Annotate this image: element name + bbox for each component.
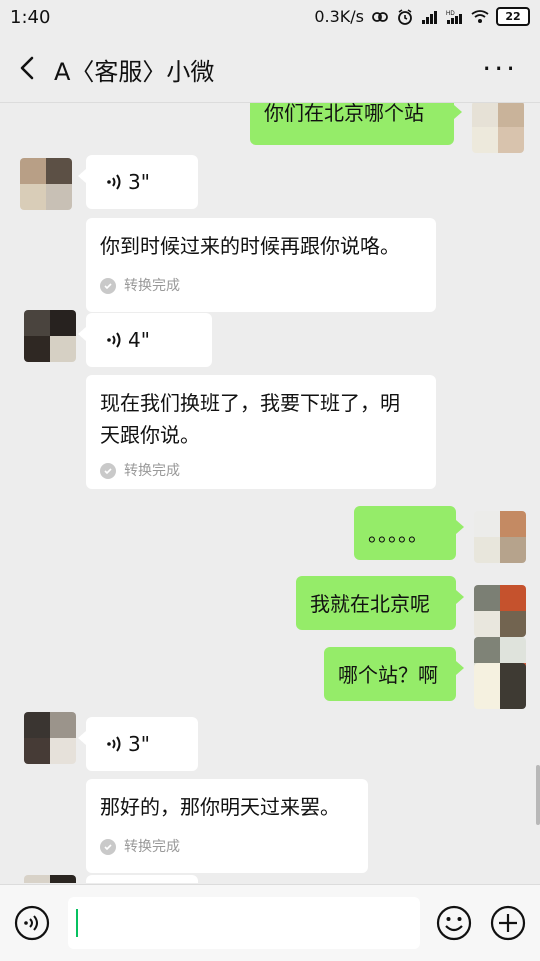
voice-message-partial[interactable]	[86, 875, 198, 883]
message-text: 我就在北京呢	[310, 592, 430, 616]
message-text-line-1: 现在我们换班了，我要下班了，明	[100, 391, 400, 415]
alarm-icon	[398, 8, 412, 25]
user-avatar[interactable]	[474, 585, 526, 637]
outgoing-message[interactable]: 哪个站？啊	[324, 647, 464, 701]
voice-wave-icon	[107, 332, 121, 348]
hd-signal-icon: HD	[446, 11, 462, 24]
chat-area[interactable]: 你们在北京哪个站 3" 你到时候过来的时候再跟你说咯。 转换完成 4" 现在我们…	[0, 103, 540, 883]
conversion-status: 转换完成	[100, 270, 422, 302]
chat-title: A〈客服〉小微	[54, 58, 215, 86]
user-avatar[interactable]	[474, 511, 526, 563]
scrollbar[interactable]	[536, 765, 540, 825]
voice-message[interactable]: 3"	[78, 717, 198, 771]
contact-avatar[interactable]	[20, 158, 72, 210]
conversion-status-text: 转换完成	[124, 839, 180, 855]
conversion-status-text: 转换完成	[124, 278, 180, 294]
message-text: 。。。。。	[368, 522, 428, 546]
status-bar: 1:40 0.3K/s HD 22	[0, 0, 540, 34]
message-text: 你到时候过来的时候再跟你说咯。	[100, 234, 400, 258]
battery-icon: 22	[496, 7, 530, 26]
voice-transcription[interactable]: 你到时候过来的时候再跟你说咯。 转换完成	[86, 218, 436, 312]
back-arrow-icon[interactable]	[14, 54, 42, 82]
message-input[interactable]	[68, 897, 420, 949]
svg-text:HD: HD	[446, 11, 455, 17]
more-options-button[interactable]: ···	[482, 52, 518, 85]
outgoing-message[interactable]: 我就在北京呢	[296, 576, 464, 630]
add-icon[interactable]	[490, 905, 526, 941]
link-icon	[372, 11, 388, 22]
user-avatar-lower	[474, 663, 526, 709]
voice-message[interactable]: 4"	[78, 313, 212, 367]
outgoing-message[interactable]: 。。。。。	[354, 506, 464, 560]
conversion-status: 转换完成	[100, 455, 422, 487]
voice-message[interactable]: 3"	[78, 155, 198, 209]
check-icon	[100, 839, 116, 855]
voice-transcription[interactable]: 现在我们换班了，我要下班了，明 天跟你说。 转换完成	[86, 375, 436, 489]
check-icon	[100, 278, 116, 294]
network-speed: 0.3K/s	[314, 7, 364, 26]
voice-input-icon[interactable]	[14, 905, 50, 941]
check-icon	[100, 463, 116, 479]
conversion-status-text: 转换完成	[124, 463, 180, 479]
message-text: 那好的，那你明天过来罢。	[100, 795, 340, 819]
outgoing-message[interactable]: 你们在北京哪个站	[250, 103, 462, 145]
message-text: 哪个站？啊	[338, 663, 438, 687]
voice-duration: 3"	[128, 732, 150, 756]
message-text: 你们在北京哪个站	[264, 103, 424, 125]
message-text-line-2: 天跟你说。	[100, 423, 200, 447]
text-cursor	[76, 909, 78, 937]
status-time: 1:40	[10, 7, 51, 28]
input-bar	[0, 884, 540, 961]
contact-avatar-partial[interactable]	[24, 875, 76, 883]
voice-duration: 4"	[128, 328, 150, 352]
voice-wave-icon	[107, 174, 121, 190]
contact-avatar[interactable]	[24, 712, 76, 764]
signal-icon	[422, 10, 437, 24]
chat-header: A〈客服〉小微 ···	[0, 34, 540, 103]
status-icons: 0.3K/s HD 22	[314, 7, 530, 26]
conversion-status: 转换完成	[100, 831, 354, 863]
wifi-icon	[471, 9, 489, 23]
user-avatar[interactable]	[472, 103, 524, 153]
voice-wave-icon	[107, 736, 121, 752]
voice-duration: 3"	[128, 170, 150, 194]
contact-avatar[interactable]	[24, 310, 76, 362]
voice-transcription[interactable]: 那好的，那你明天过来罢。 转换完成	[86, 779, 368, 873]
emoji-icon[interactable]	[436, 905, 472, 941]
